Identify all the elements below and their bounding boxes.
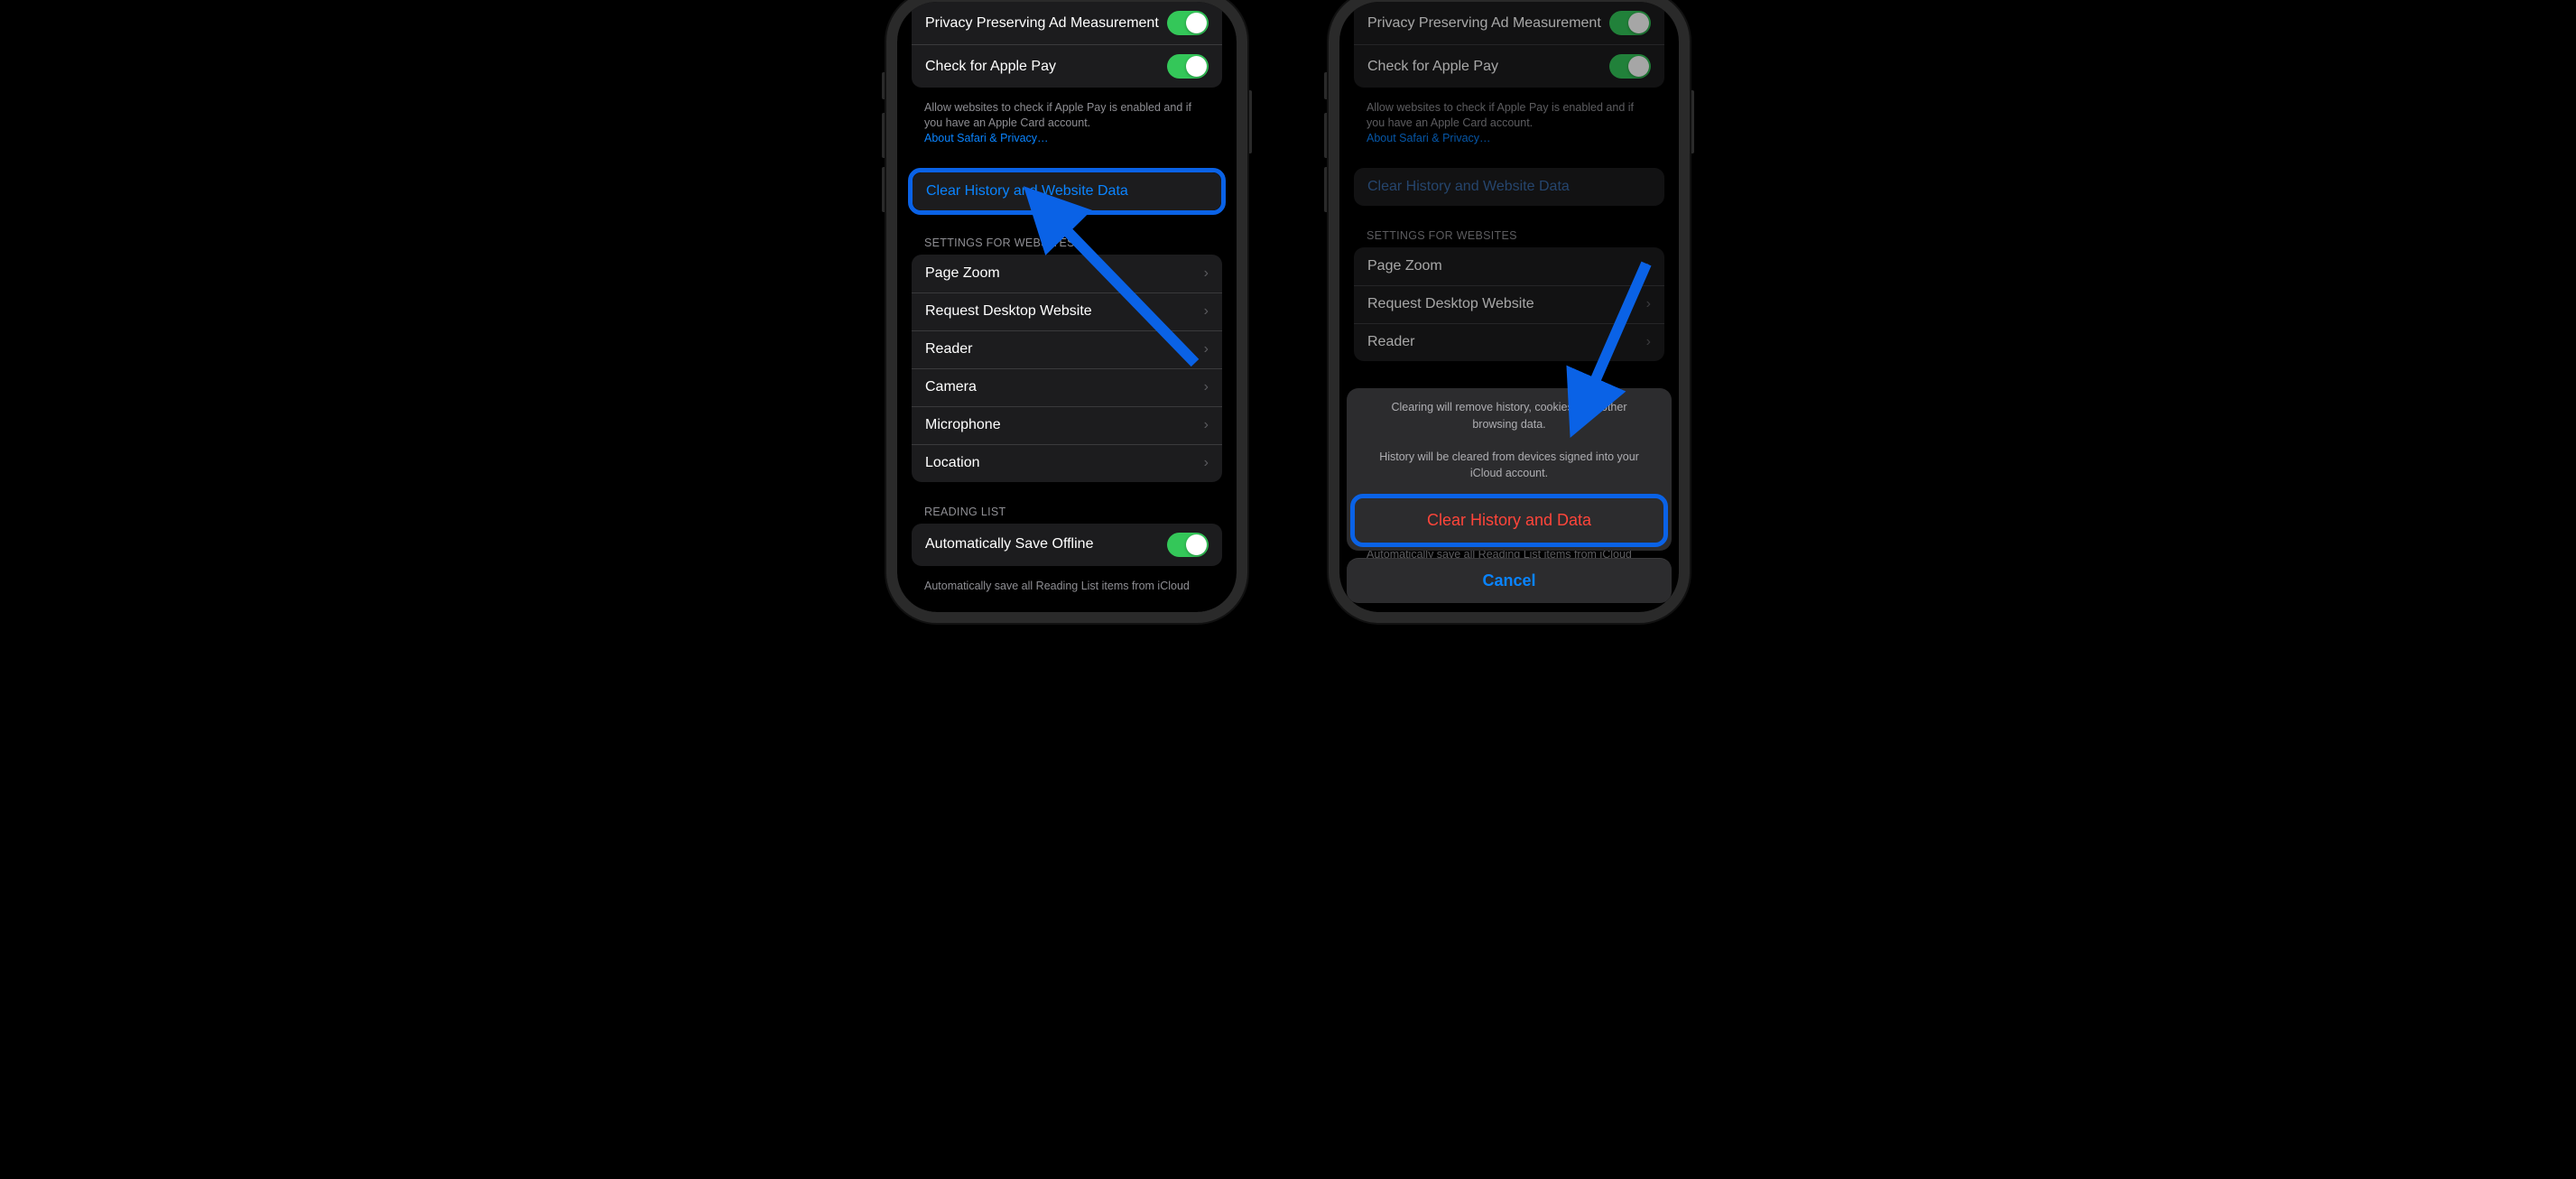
reader-row[interactable]: Reader › (912, 330, 1222, 368)
apple-pay-footer: Allow websites to check if Apple Pay is … (897, 95, 1237, 155)
camera-row[interactable]: Camera › (912, 368, 1222, 406)
iphone-left: Privacy Preserving Ad Measurement Check … (886, 0, 1247, 623)
auto-save-footer: Automatically save all Reading List item… (897, 573, 1237, 603)
highlight-ring-confirm: Clear History and Data (1350, 494, 1668, 547)
cancel-button[interactable]: Cancel (1347, 558, 1672, 603)
apple-pay-toggle[interactable] (1167, 54, 1209, 79)
chevron-right-icon: › (1204, 379, 1209, 395)
apple-pay-row[interactable]: Check for Apple Pay (912, 44, 1222, 88)
sheet-message: Clearing will remove history, cookies, a… (1347, 388, 1672, 492)
chevron-right-icon: › (1204, 303, 1209, 320)
safari-settings-screen: Privacy Preserving Ad Measurement Check … (897, 2, 1237, 612)
websites-group: Page Zoom › Request Desktop Website › Re… (912, 255, 1222, 482)
apple-pay-label: Check for Apple Pay (925, 58, 1167, 76)
highlight-ring-clear: Clear History and Website Data (908, 168, 1226, 215)
clear-history-button[interactable]: Clear History and Website Data (913, 172, 1221, 210)
location-row[interactable]: Location › (912, 444, 1222, 482)
chevron-right-icon: › (1204, 417, 1209, 433)
chevron-right-icon: › (1204, 455, 1209, 471)
auto-save-toggle[interactable] (1167, 533, 1209, 557)
about-safari-privacy-link[interactable]: About Safari & Privacy… (924, 132, 1049, 144)
microphone-row[interactable]: Microphone › (912, 406, 1222, 444)
websites-header: SETTINGS FOR WEBSITES (897, 220, 1237, 255)
reading-list-header: READING LIST (897, 489, 1237, 524)
iphone-right: Privacy Preserving Ad Measurement Check … (1329, 0, 1690, 623)
privacy-ad-row[interactable]: Privacy Preserving Ad Measurement (912, 2, 1222, 44)
clear-history-confirm-button[interactable]: Clear History and Data (1355, 498, 1663, 543)
chevron-right-icon: › (1204, 265, 1209, 282)
page-zoom-row[interactable]: Page Zoom › (912, 255, 1222, 292)
reading-list-group: Automatically Save Offline (912, 524, 1222, 566)
chevron-right-icon: › (1204, 341, 1209, 357)
privacy-ad-label: Privacy Preserving Ad Measurement (925, 14, 1167, 32)
auto-save-row[interactable]: Automatically Save Offline (912, 524, 1222, 566)
request-desktop-row[interactable]: Request Desktop Website › (912, 292, 1222, 330)
safari-settings-screen-sheet: Privacy Preserving Ad Measurement Check … (1339, 2, 1679, 612)
privacy-ad-toggle[interactable] (1167, 11, 1209, 35)
action-sheet: Clearing will remove history, cookies, a… (1347, 388, 1672, 603)
